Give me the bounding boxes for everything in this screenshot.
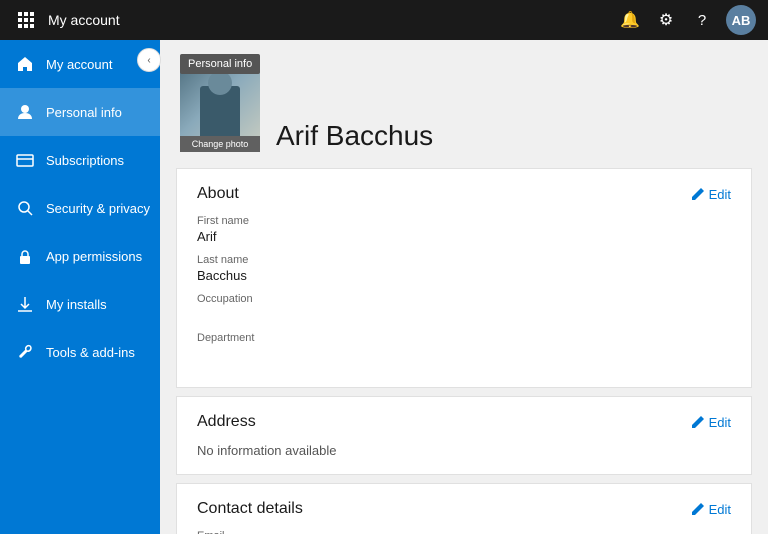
last-name-value: Bacchus (197, 268, 731, 283)
topbar-actions: 🔔 ⚙ ? AB (614, 4, 756, 36)
about-edit-label: Edit (709, 187, 731, 202)
sidebar-item-my-account[interactable]: My account (0, 40, 160, 88)
sidebar-item-app-permissions[interactable]: App permissions (0, 232, 160, 280)
address-no-info: No information available (197, 443, 731, 458)
avatar[interactable]: AB (726, 5, 756, 35)
sidebar-item-personal-info-label: Personal info (46, 105, 122, 120)
sidebar-item-tools-addins[interactable]: Tools & add-ins (0, 328, 160, 376)
sidebar-item-security-privacy-label: Security & privacy (46, 201, 150, 216)
address-card-header: Address Edit (197, 413, 731, 431)
content-area: Personal info Change photo Arif Bacchus … (160, 40, 768, 534)
address-edit-button[interactable]: Edit (691, 415, 731, 430)
field-occupation: Occupation (197, 293, 731, 322)
card-icon (16, 151, 34, 169)
grid-icon[interactable] (12, 6, 40, 34)
sidebar-item-personal-info[interactable]: Personal info (0, 88, 160, 136)
first-name-label: First name (197, 215, 731, 227)
help-question-icon[interactable]: ? (686, 4, 718, 36)
sidebar-item-security-privacy[interactable]: Security & privacy (0, 184, 160, 232)
field-email: Email arif@onmsft.com (197, 530, 731, 534)
department-label: Department (197, 332, 731, 344)
main-layout: ‹ My account Personal info (0, 40, 768, 534)
contact-card-header: Contact details Edit (197, 500, 731, 518)
about-title: About (197, 185, 239, 203)
profile-photo-container: Personal info Change photo (180, 56, 260, 152)
first-name-value: Arif (197, 229, 731, 244)
occupation-label: Occupation (197, 293, 731, 305)
sidebar-item-my-account-label: My account (46, 57, 112, 72)
occupation-value (197, 307, 731, 322)
profile-name: Arif Bacchus (276, 120, 433, 152)
contact-title: Contact details (197, 500, 303, 518)
field-first-name: First name Arif (197, 215, 731, 244)
change-photo-button[interactable]: Change photo (180, 136, 260, 152)
security-search-icon (16, 199, 34, 217)
about-edit-button[interactable]: Edit (691, 187, 731, 202)
sidebar-item-subscriptions-label: Subscriptions (46, 153, 124, 168)
address-title: Address (197, 413, 256, 431)
notification-bell-icon[interactable]: 🔔 (614, 4, 646, 36)
home-icon (16, 55, 34, 73)
about-card: About Edit First name Arif Last name Bac… (176, 168, 752, 388)
email-label: Email (197, 530, 731, 534)
tooltip: Personal info (180, 54, 260, 74)
contact-card: Contact details Edit Email arif@onmsft.c… (176, 483, 752, 534)
field-last-name: Last name Bacchus (197, 254, 731, 283)
field-department: Department (197, 332, 731, 361)
wrench-icon (16, 343, 34, 361)
sidebar-collapse-button[interactable]: ‹ (137, 48, 161, 72)
contact-edit-label: Edit (709, 502, 731, 517)
download-icon (16, 295, 34, 313)
profile-header: Personal info Change photo Arif Bacchus (176, 56, 752, 152)
person-icon (16, 103, 34, 121)
topbar: My account 🔔 ⚙ ? AB (0, 0, 768, 40)
sidebar-item-app-permissions-label: App permissions (46, 249, 142, 264)
address-card: Address Edit No information available (176, 396, 752, 475)
contact-edit-button[interactable]: Edit (691, 502, 731, 517)
lock-icon (16, 247, 34, 265)
topbar-title: My account (48, 12, 614, 28)
sidebar-item-my-installs-label: My installs (46, 297, 107, 312)
address-edit-label: Edit (709, 415, 731, 430)
sidebar-item-my-installs[interactable]: My installs (0, 280, 160, 328)
last-name-label: Last name (197, 254, 731, 266)
sidebar-item-subscriptions[interactable]: Subscriptions (0, 136, 160, 184)
sidebar-item-tools-addins-label: Tools & add-ins (46, 345, 135, 360)
sidebar: ‹ My account Personal info (0, 40, 160, 534)
settings-gear-icon[interactable]: ⚙ (650, 4, 682, 36)
about-card-header: About Edit (197, 185, 731, 203)
department-value (197, 346, 731, 361)
